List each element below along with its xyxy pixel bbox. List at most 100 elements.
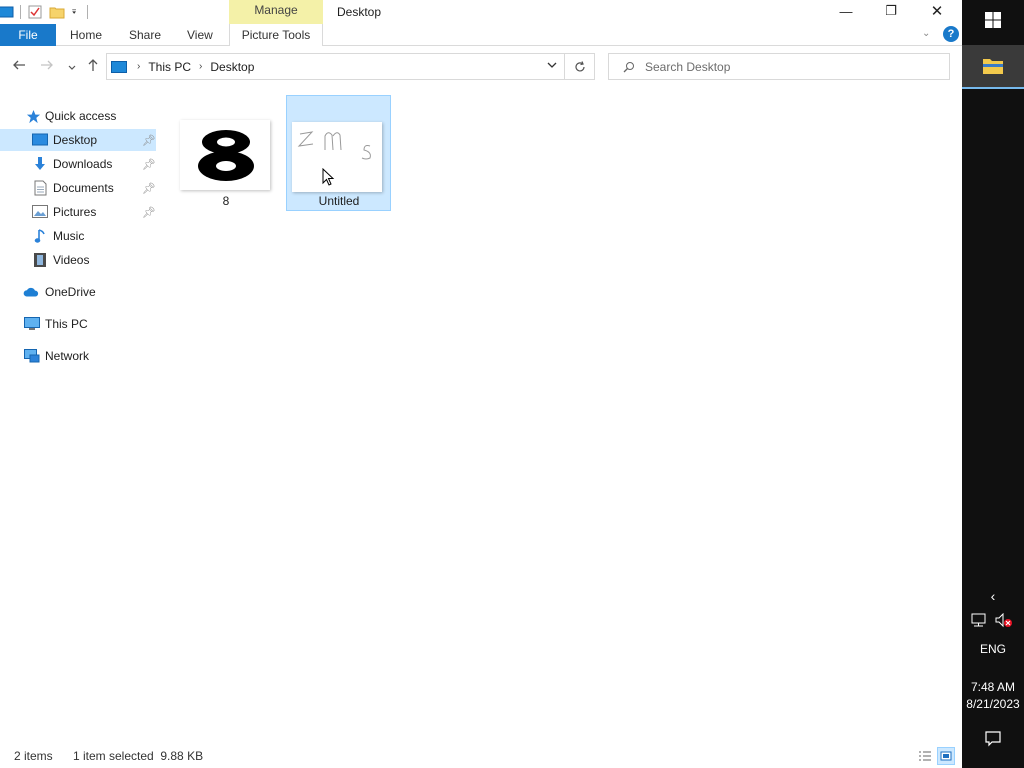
forward-arrow-icon	[41, 60, 53, 70]
breadcrumb-chevron-icon[interactable]: ›	[137, 61, 140, 72]
sidebar-item-label: Music	[53, 229, 85, 243]
file-name: 8	[222, 194, 230, 208]
navigation-pane: Quick access Desktop 📌︎ Downloads 📌︎ Doc…	[0, 99, 158, 739]
pin-icon[interactable]: 📌︎	[142, 158, 156, 171]
refresh-icon	[574, 60, 585, 71]
file-item-untitled[interactable]: Untitled	[286, 95, 391, 211]
minimize-button[interactable]: —	[823, 0, 869, 22]
sidebar-item-label: Downloads	[53, 157, 113, 171]
pictures-icon	[32, 204, 48, 220]
film-icon	[32, 252, 48, 268]
tab-home[interactable]: Home	[70, 28, 102, 42]
sidebar-item-music[interactable]: Music	[0, 225, 156, 247]
sidebar-item-label: This PC	[45, 317, 88, 331]
network-icon	[24, 348, 40, 364]
pin-icon[interactable]: 📌︎	[142, 206, 156, 219]
pin-icon[interactable]: 📌︎	[142, 134, 156, 147]
up-button[interactable]	[86, 58, 100, 75]
help-button[interactable]: ?	[943, 26, 959, 42]
desktop-folder-icon	[32, 132, 48, 148]
back-arrow-icon	[13, 60, 25, 70]
large-icons-view-icon	[940, 751, 952, 761]
search-input[interactable]	[645, 59, 925, 74]
sidebar-item-label: Desktop	[53, 133, 98, 147]
network-status-icon[interactable]	[970, 613, 988, 629]
sidebar-item-label: OneDrive	[45, 285, 96, 299]
taskbar-file-explorer-button[interactable]	[962, 45, 1024, 89]
sidebar-item-desktop[interactable]: Desktop 📌︎	[0, 129, 156, 151]
up-arrow-icon	[88, 59, 98, 71]
breadcrumb-chevron-icon[interactable]: ›	[199, 61, 202, 72]
download-arrow-icon	[32, 156, 48, 172]
navigation-bar: › This PC › Desktop	[0, 47, 962, 87]
sidebar-item-quick-access[interactable]: Quick access	[0, 105, 156, 127]
details-view-button[interactable]	[916, 747, 934, 765]
search-box[interactable]	[608, 53, 950, 80]
close-button[interactable]: ✕	[914, 0, 960, 22]
search-icon	[623, 61, 634, 72]
computer-icon	[24, 316, 40, 332]
large-icons-view-button[interactable]	[937, 747, 955, 765]
chevron-down-icon	[68, 65, 76, 70]
star-icon	[25, 108, 41, 124]
selection-info: 1 item selected 9.88 KB	[73, 749, 204, 763]
tab-view[interactable]: View	[187, 28, 213, 42]
tab-picture-tools[interactable]: Picture Tools	[229, 24, 323, 46]
new-folder-icon[interactable]	[49, 4, 65, 20]
address-dropdown-button[interactable]	[546, 59, 558, 74]
file-item-8[interactable]: 8	[174, 96, 278, 212]
notifications-icon[interactable]	[984, 730, 1002, 748]
window-title: Desktop	[337, 5, 382, 19]
zms-handwriting-thumbnail-icon	[297, 131, 371, 160]
mouse-cursor-icon	[322, 168, 335, 186]
sidebar-item-videos[interactable]: Videos	[0, 249, 156, 271]
sidebar-item-downloads[interactable]: Downloads 📌︎	[0, 153, 156, 175]
pin-icon[interactable]: 📌︎	[142, 182, 156, 195]
sidebar-item-this-pc[interactable]: This PC	[0, 313, 156, 335]
clock-time[interactable]: 7:48 AM	[962, 680, 1024, 694]
sidebar-item-onedrive[interactable]: OneDrive	[0, 281, 156, 303]
windows-logo-icon	[985, 12, 1001, 28]
properties-icon[interactable]	[27, 4, 43, 20]
breadcrumb-this-pc[interactable]: This PC	[148, 60, 191, 74]
expand-ribbon-chevron-icon[interactable]: ⌄	[922, 28, 930, 39]
manage-tab-label[interactable]: Manage	[229, 3, 323, 17]
address-bar[interactable]: › This PC › Desktop	[106, 53, 565, 80]
file-thumbnail	[180, 120, 270, 190]
show-hidden-icons-button[interactable]: ‹	[962, 588, 1024, 604]
file-thumbnail	[292, 122, 382, 192]
sidebar-item-label: Quick access	[45, 109, 117, 123]
sidebar-item-network[interactable]: Network	[0, 345, 156, 367]
back-button[interactable]	[12, 58, 26, 75]
volume-muted-icon[interactable]	[994, 612, 1014, 629]
title-bar: Manage Desktop — ❐ ✕	[0, 0, 962, 44]
forward-button[interactable]	[40, 58, 54, 75]
item-count: 2 items	[14, 749, 53, 763]
input-language-indicator[interactable]: ENG	[962, 642, 1024, 656]
document-icon	[32, 180, 48, 196]
music-note-icon	[32, 228, 48, 244]
recent-locations-button[interactable]	[67, 60, 77, 76]
tab-share[interactable]: Share	[129, 28, 161, 42]
tab-file[interactable]: File	[0, 24, 56, 46]
toolbar-separator	[20, 5, 21, 19]
sidebar-item-label: Documents	[53, 181, 114, 195]
start-button[interactable]	[962, 0, 1024, 40]
folder-icon	[983, 59, 1003, 74]
breadcrumb-desktop[interactable]: Desktop	[210, 60, 254, 74]
file-name: Untitled	[318, 194, 360, 208]
sidebar-item-label: Videos	[53, 253, 90, 267]
customize-toolbar-icon[interactable]	[71, 4, 81, 20]
status-bar: 2 items 1 item selected 9.88 KB	[0, 745, 962, 767]
maximize-button[interactable]: ❐	[868, 0, 914, 22]
sidebar-item-label: Pictures	[53, 205, 97, 219]
refresh-button[interactable]	[565, 53, 595, 80]
file-explorer-window: Manage Desktop — ❐ ✕ File Home Share Vie…	[0, 0, 962, 768]
clock-date[interactable]: 8/21/2023	[962, 697, 1024, 711]
computer-icon	[111, 60, 127, 73]
cloud-icon	[23, 284, 39, 300]
sidebar-item-documents[interactable]: Documents 📌︎	[0, 177, 156, 199]
taskbar: ‹ ENG 7:48 AM 8/21/2023	[962, 0, 1024, 768]
explorer-app-icon[interactable]	[0, 4, 14, 20]
sidebar-item-pictures[interactable]: Pictures 📌︎	[0, 201, 156, 223]
